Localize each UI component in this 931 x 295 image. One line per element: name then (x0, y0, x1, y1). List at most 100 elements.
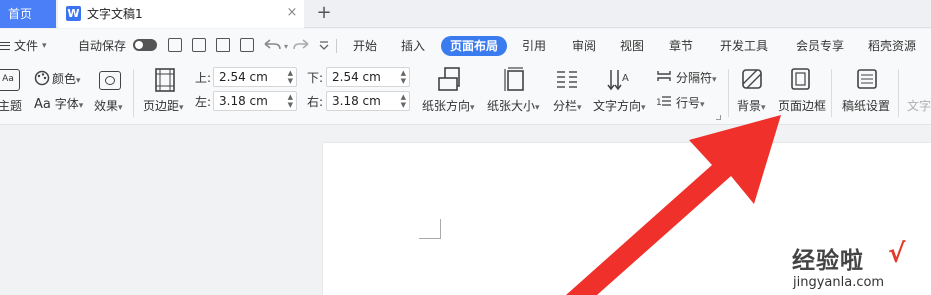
page-border-label[interactable]: 页面边框 (778, 97, 826, 114)
color-label: 颜色 (52, 72, 77, 86)
spinner-arrows-icon[interactable]: ▲ ▼ (288, 69, 293, 85)
color-button[interactable]: 颜色▾ (52, 70, 81, 87)
manuscript-label[interactable]: 稿纸设置 (842, 97, 890, 114)
watermark-url: jingyanla.com (793, 275, 885, 290)
svg-text:1: 1 (656, 98, 662, 108)
text-direction-label: 文字方向 (593, 99, 642, 113)
tab-start[interactable]: 开始 (353, 29, 377, 63)
menu-divider (336, 39, 337, 53)
chevron-down-icon: ▾ (641, 103, 646, 113)
effect-label: 效果 (94, 99, 119, 113)
columns-icon[interactable] (555, 69, 579, 91)
document-title: 文字文稿1 (87, 7, 143, 21)
chevron-down-icon: ▾ (76, 76, 81, 86)
tab-developer[interactable]: 开发工具 (720, 29, 768, 63)
bottom-margin-value: 2.54 cm (332, 70, 381, 84)
background-button[interactable]: 背景▾ (737, 97, 766, 114)
watermark: 经验啦 √ jingyanla.com (790, 239, 931, 295)
paper-size-button[interactable]: 纸张大小▾ (487, 97, 540, 114)
top-margin-label: 上: (195, 71, 212, 85)
ribbon-divider (133, 69, 134, 117)
text-direction-icon[interactable]: A (607, 67, 633, 93)
tab-document[interactable]: W 文字文稿1 × (58, 0, 304, 28)
line-number-button[interactable]: 行号▾ (676, 94, 705, 111)
tab-chapter[interactable]: 章节 (669, 29, 693, 63)
font-button[interactable]: Aa 字体▾ (34, 95, 83, 112)
chevron-down-icon: ▾ (577, 103, 582, 113)
orientation-icon[interactable] (437, 66, 463, 94)
chevron-down-icon: ▾ (761, 103, 766, 113)
right-margin-label: 右: (307, 95, 324, 109)
svg-text:A: A (622, 73, 629, 84)
orientation-button[interactable]: 纸张方向▾ (422, 97, 475, 114)
columns-button[interactable]: 分栏▾ (553, 97, 582, 114)
margins-icon[interactable] (154, 67, 176, 93)
bottom-margin-label: 下: (307, 71, 324, 85)
font-label: 字体 (54, 97, 79, 111)
print-preview-icon[interactable] (240, 38, 254, 52)
new-tab-plus-icon[interactable]: + (316, 3, 332, 23)
text-direction-button[interactable]: 文字方向▾ (593, 97, 646, 114)
palette-icon[interactable] (34, 70, 50, 86)
ribbon-divider (898, 69, 899, 117)
theme-icon[interactable]: Aa (0, 69, 20, 91)
manuscript-icon[interactable] (856, 68, 878, 90)
file-menu-label: 文件 (14, 39, 39, 53)
top-margin-input[interactable]: 2.54 cm ▲ ▼ (213, 67, 297, 87)
export-pdf-icon[interactable] (192, 38, 206, 52)
watermark-text: 经验啦 (792, 248, 864, 274)
writer-doc-icon: W (66, 6, 81, 21)
spinner-arrows-icon[interactable]: ▲ ▼ (288, 93, 293, 109)
close-icon[interactable]: × (285, 5, 299, 21)
separator-button[interactable]: 分隔符▾ (676, 69, 717, 86)
theme-label[interactable]: 主题 (0, 97, 22, 114)
customize-quick-access-icon[interactable] (318, 40, 330, 52)
wps-writer-window: 首页 W 文字文稿1 × + 文件 ▾ 自动保存 ▾ 开始 插入 页面布局 引用… (0, 0, 931, 295)
tab-docer-resources[interactable]: 稻壳资源 (868, 29, 916, 63)
page-border-icon[interactable] (790, 67, 812, 91)
tab-references[interactable]: 引用 (522, 29, 546, 63)
file-menu-button[interactable]: 文件 ▾ (0, 37, 47, 54)
paper-size-label: 纸张大小 (487, 99, 536, 113)
separator-icon[interactable] (656, 69, 672, 83)
chevron-down-icon: ▾ (700, 100, 705, 110)
tab-view[interactable]: 视图 (620, 29, 644, 63)
columns-label: 分栏 (553, 99, 578, 113)
paper-size-icon[interactable] (503, 67, 527, 93)
bottom-margin-input[interactable]: 2.54 cm ▲ ▼ (326, 67, 410, 87)
top-margin-value: 2.54 cm (219, 70, 268, 84)
left-margin-input[interactable]: 3.18 cm ▲ ▼ (213, 91, 297, 111)
spinner-arrows-icon[interactable]: ▲ ▼ (401, 93, 406, 109)
orientation-label: 纸张方向 (422, 99, 471, 113)
left-margin-value: 3.18 cm (219, 94, 268, 108)
menu-bar: 文件 ▾ 自动保存 ▾ 开始 插入 页面布局 引用 审阅 视图 章节 开发工具 … (0, 29, 931, 63)
background-icon[interactable] (741, 68, 763, 90)
tab-page-layout[interactable]: 页面布局 (441, 36, 508, 56)
separator-label: 分隔符 (676, 71, 713, 85)
tab-home[interactable]: 首页 (0, 0, 56, 28)
hamburger-icon (0, 41, 10, 50)
tab-bar: 首页 W 文字文稿1 × + (0, 0, 931, 28)
autosave-toggle[interactable] (133, 39, 157, 51)
text-wrap-label[interactable]: 文字 (907, 97, 931, 114)
chevron-down-icon: ▾ (179, 103, 184, 113)
chevron-down-icon: ▾ (42, 40, 47, 51)
redo-icon[interactable] (292, 38, 312, 54)
effect-icon-inner (105, 76, 115, 85)
save-icon[interactable] (168, 38, 182, 52)
margins-button[interactable]: 页边距▾ (143, 97, 184, 114)
print-icon[interactable] (216, 38, 230, 52)
line-number-icon[interactable]: 1 (656, 94, 672, 108)
effect-button[interactable]: 效果▾ (94, 97, 123, 114)
tab-review[interactable]: 审阅 (572, 29, 596, 63)
ribbon-divider (728, 69, 729, 117)
dialog-launcher-icon[interactable] (716, 115, 721, 120)
tab-member[interactable]: 会员专享 (796, 29, 844, 63)
tab-insert[interactable]: 插入 (401, 29, 425, 63)
spinner-arrows-icon[interactable]: ▲ ▼ (401, 69, 406, 85)
autosave-label: 自动保存 (78, 39, 127, 53)
undo-icon[interactable]: ▾ (262, 38, 292, 54)
margins-label: 页边距 (143, 99, 180, 113)
right-margin-input[interactable]: 3.18 cm ▲ ▼ (326, 91, 410, 111)
line-number-label: 行号 (676, 96, 701, 110)
